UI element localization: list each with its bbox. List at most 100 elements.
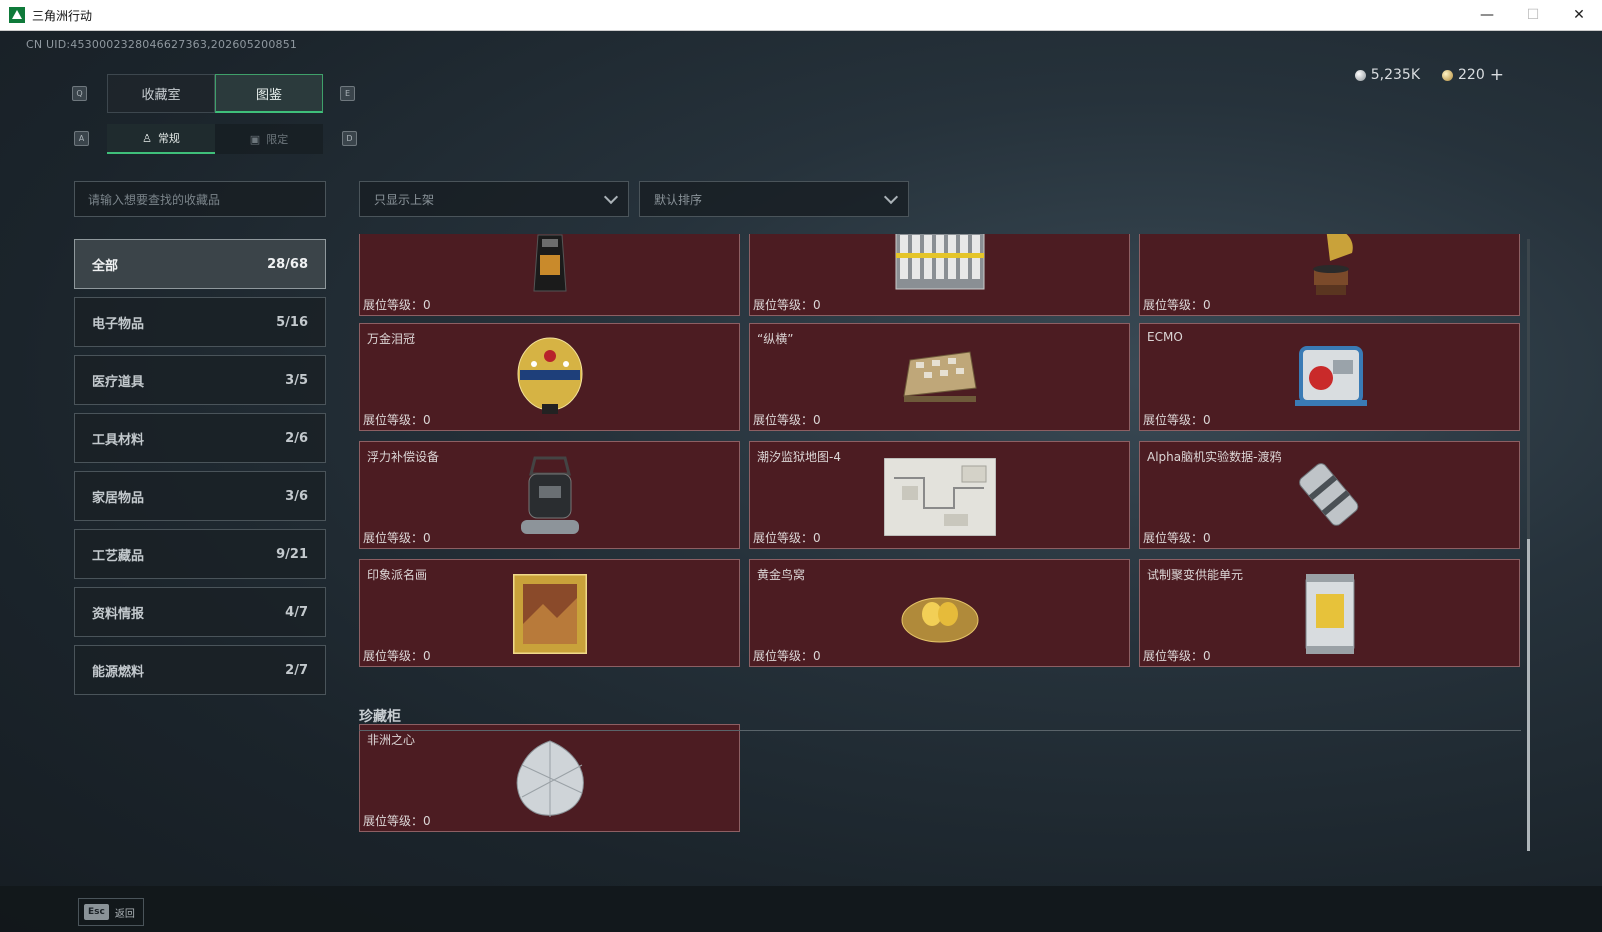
gold-currency: 220 + bbox=[1442, 65, 1504, 85]
collection-grid: 展位等级：0 展位等级：0 展位等级：0 万金泪冠 展位等级：0 “纵横” 展位… bbox=[358, 234, 1530, 882]
section-divider bbox=[359, 730, 1521, 731]
item-card[interactable]: 万金泪冠 展位等级：0 bbox=[359, 323, 740, 431]
painting-icon bbox=[512, 574, 587, 654]
category-label: 工艺藏品 bbox=[92, 548, 145, 564]
display-level: 展位等级：0 bbox=[363, 649, 431, 663]
item-name: ECMO bbox=[1147, 330, 1183, 344]
category-list: 全部 28/68 电子物品 5/16 医疗道具 3/5 工具材料 2/6 家居物… bbox=[74, 239, 326, 703]
display-level: 展位等级：0 bbox=[1143, 413, 1211, 427]
search-input[interactable]: 请输入想要查找的收藏品 bbox=[74, 181, 326, 217]
item-name: 试制聚变供能单元 bbox=[1147, 568, 1244, 582]
item-card[interactable]: 展位等级：0 bbox=[749, 234, 1130, 316]
key-hint-q: Q bbox=[72, 86, 87, 101]
minimize-button[interactable]: — bbox=[1464, 0, 1510, 30]
shelf-filter-dropdown[interactable]: 只显示上架 bbox=[359, 181, 629, 217]
item-card[interactable]: ECMO 展位等级：0 bbox=[1139, 323, 1520, 431]
category-tools[interactable]: 工具材料 2/6 bbox=[74, 413, 326, 463]
category-count: 4/7 bbox=[285, 604, 308, 620]
esc-key-hint: Esc bbox=[84, 904, 109, 920]
item-card[interactable]: 展位等级：0 bbox=[359, 234, 740, 316]
coffee-bag-icon bbox=[530, 234, 570, 297]
grid-scrollbar[interactable] bbox=[1527, 239, 1530, 851]
item-card[interactable]: 试制聚变供能单元 展位等级：0 bbox=[1139, 559, 1520, 667]
add-currency-button[interactable]: + bbox=[1490, 65, 1504, 85]
currency-bar: 5,235K 220 + bbox=[1354, 65, 1504, 85]
key-hint-e: E bbox=[340, 86, 355, 101]
category-label: 电子物品 bbox=[92, 316, 145, 332]
category-label: 资料情报 bbox=[92, 606, 145, 622]
chevron-down-icon bbox=[603, 189, 619, 204]
chevron-down-icon bbox=[883, 189, 899, 204]
item-card[interactable]: 浮力补偿设备 展位等级：0 bbox=[359, 441, 740, 549]
category-energy[interactable]: 能源燃料 2/7 bbox=[74, 645, 326, 695]
category-count: 3/5 bbox=[285, 372, 308, 388]
buoyancy-device-icon bbox=[517, 454, 583, 540]
category-count: 2/7 bbox=[285, 662, 308, 678]
subtab-limited[interactable]: ▣ 限定 bbox=[215, 124, 323, 154]
uid-label: CN UID:4530002328046627363,202605200851 bbox=[26, 38, 298, 51]
category-count: 3/6 bbox=[285, 488, 308, 504]
ecmo-machine-icon bbox=[1287, 338, 1373, 414]
silver-currency: 5,235K bbox=[1354, 67, 1421, 83]
gramophone-icon bbox=[1300, 234, 1360, 301]
category-medical[interactable]: 医疗道具 3/5 bbox=[74, 355, 326, 405]
silver-amount: 5,235K bbox=[1370, 67, 1421, 83]
key-hint-d: D bbox=[342, 131, 357, 146]
subtab-regular[interactable]: ♙ 常规 bbox=[107, 124, 215, 154]
display-level: 展位等级：0 bbox=[753, 298, 821, 312]
sub-tabs: ♙ 常规 ▣ 限定 bbox=[107, 124, 323, 154]
maximize-button[interactable]: ☐ bbox=[1510, 0, 1556, 30]
category-intel[interactable]: 资料情报 4/7 bbox=[74, 587, 326, 637]
category-count: 2/6 bbox=[285, 430, 308, 446]
window-controls: — ☐ ✕ bbox=[1464, 0, 1602, 30]
battery-pack-icon bbox=[892, 234, 988, 297]
silver-coin-icon bbox=[1354, 69, 1366, 81]
category-all[interactable]: 全部 28/68 bbox=[74, 239, 326, 289]
gold-coin-icon bbox=[1442, 69, 1454, 81]
category-crafts[interactable]: 工艺藏品 9/21 bbox=[74, 529, 326, 579]
item-name: 万金泪冠 bbox=[367, 332, 416, 346]
jeweled-egg-icon bbox=[512, 334, 588, 418]
scrollbar-thumb[interactable] bbox=[1527, 539, 1530, 851]
display-level: 展位等级：0 bbox=[1143, 649, 1211, 663]
item-name: 印象派名画 bbox=[367, 568, 428, 582]
item-card[interactable]: 潮汐监狱地图-4 展位等级：0 bbox=[749, 441, 1130, 549]
item-name: 浮力补偿设备 bbox=[367, 450, 440, 464]
shelf-filter-value: 只显示上架 bbox=[374, 192, 435, 207]
cabinet-section-title: 珍藏柜 bbox=[359, 709, 401, 725]
main-tabs: 收藏室 图鉴 bbox=[107, 74, 323, 113]
display-level: 展位等级：0 bbox=[363, 531, 431, 545]
back-button[interactable]: Esc 返回 bbox=[78, 898, 144, 926]
category-count: 28/68 bbox=[267, 256, 308, 272]
item-name: 黄金鸟窝 bbox=[757, 568, 806, 582]
category-count: 5/16 bbox=[276, 314, 308, 330]
sort-dropdown[interactable]: 默认排序 bbox=[639, 181, 909, 217]
chess-board-icon bbox=[900, 342, 980, 406]
category-home[interactable]: 家居物品 3/6 bbox=[74, 471, 326, 521]
golden-nest-icon bbox=[900, 580, 980, 646]
cabinet-item-card[interactable]: 非洲之心 展位等级：0 bbox=[359, 724, 740, 832]
category-label: 能源燃料 bbox=[92, 664, 145, 680]
fusion-unit-icon bbox=[1300, 572, 1360, 656]
subtab-regular-label: 常规 bbox=[157, 132, 180, 145]
tab-catalog[interactable]: 图鉴 bbox=[215, 74, 323, 113]
key-hint-a: A bbox=[74, 131, 89, 146]
item-name: Alpha脑机实验数据-渡鸦 bbox=[1147, 450, 1282, 464]
item-card[interactable]: 展位等级：0 bbox=[1139, 234, 1520, 316]
app-logo-icon bbox=[9, 7, 25, 23]
display-level: 展位等级：0 bbox=[1143, 531, 1211, 545]
map-icon bbox=[883, 458, 996, 536]
sort-value: 默认排序 bbox=[654, 192, 703, 207]
item-card[interactable]: 印象派名画 展位等级：0 bbox=[359, 559, 740, 667]
category-count: 9/21 bbox=[276, 546, 308, 562]
category-label: 医疗道具 bbox=[92, 374, 145, 390]
item-card[interactable]: 黄金鸟窝 展位等级：0 bbox=[749, 559, 1130, 667]
item-name: 非洲之心 bbox=[367, 733, 416, 747]
item-card[interactable]: Alpha脑机实验数据-渡鸦 展位等级：0 bbox=[1139, 441, 1520, 549]
back-label: 返回 bbox=[114, 908, 135, 920]
item-card[interactable]: “纵横” 展位等级：0 bbox=[749, 323, 1130, 431]
close-button[interactable]: ✕ bbox=[1556, 0, 1602, 30]
game-viewport: CN UID:4530002328046627363,202605200851 … bbox=[0, 31, 1602, 932]
tab-collection-room[interactable]: 收藏室 bbox=[107, 74, 215, 113]
category-electronics[interactable]: 电子物品 5/16 bbox=[74, 297, 326, 347]
